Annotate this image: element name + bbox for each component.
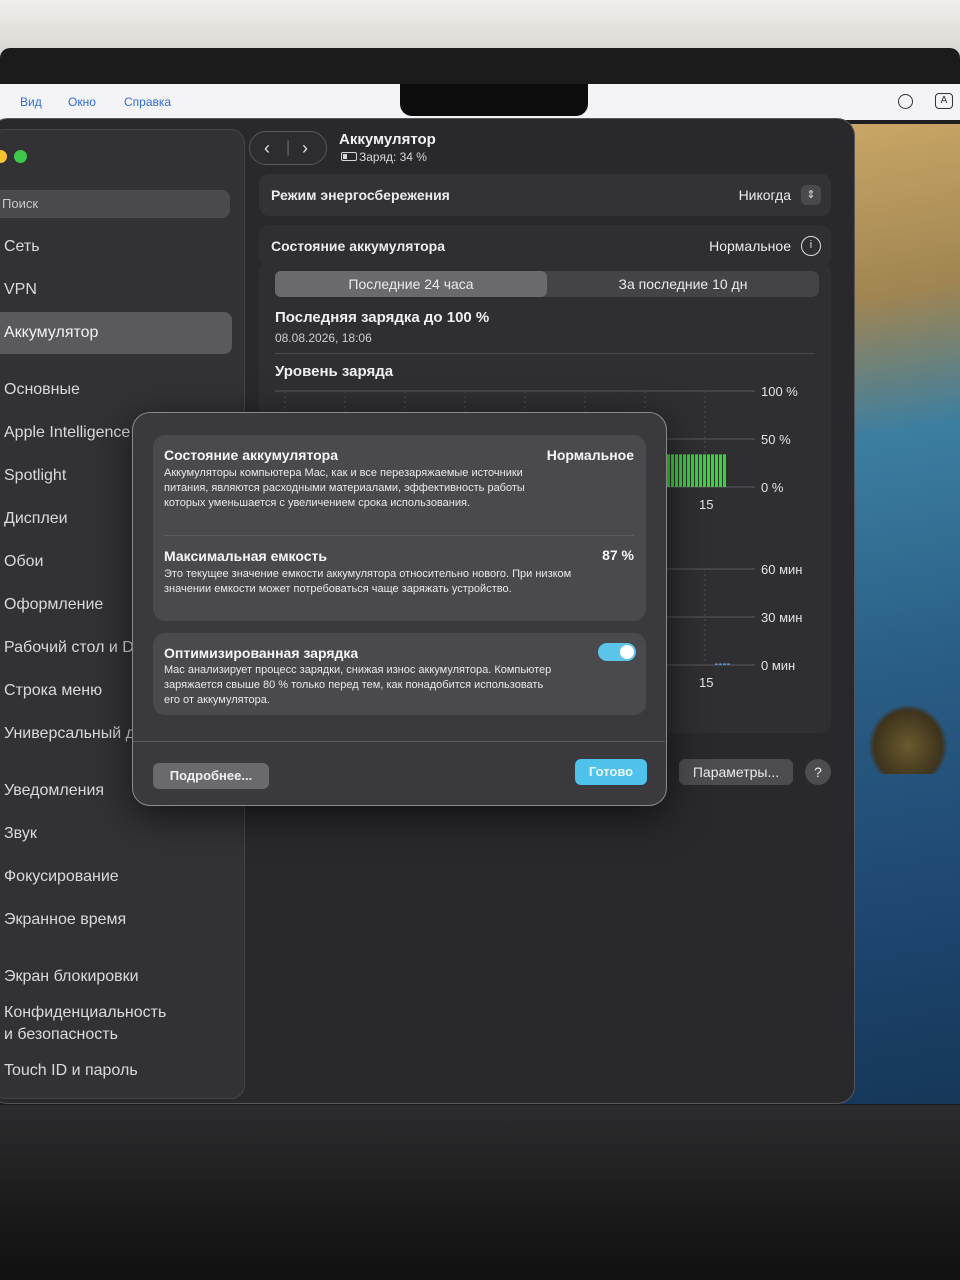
menu-bar: Вид Окно Справка A bbox=[0, 84, 960, 120]
sheet-divider bbox=[133, 741, 665, 742]
sidebar-item-battery[interactable]: Аккумулятор bbox=[4, 324, 98, 342]
battery-icon bbox=[341, 152, 357, 161]
chart-bar bbox=[687, 454, 690, 487]
charge-subtitle: Заряд: 34 % bbox=[359, 150, 427, 164]
y-tick-label: 30 мин bbox=[761, 610, 802, 625]
health-value: Нормальное bbox=[546, 447, 634, 463]
chevron-updown-icon[interactable]: ⇕ bbox=[801, 185, 821, 205]
info-icon[interactable]: i bbox=[801, 236, 821, 256]
divider bbox=[275, 353, 815, 354]
input-source-icon[interactable]: A bbox=[935, 93, 953, 109]
search-field[interactable]: Поиск bbox=[0, 190, 230, 218]
battery-health-sheet: Состояние аккумулятора Нормальное Аккуму… bbox=[132, 412, 667, 806]
x-tick-label: 15 bbox=[699, 675, 713, 690]
chart-bar bbox=[707, 454, 710, 487]
health-description: Аккумуляторы компьютера Mac, как и все п… bbox=[164, 467, 525, 509]
nav-buttons: ‹ | › bbox=[249, 131, 327, 165]
sidebar-item-vpn[interactable]: VPN bbox=[4, 281, 37, 299]
sidebar-item-apple-intelligence[interactable]: Apple Intelligence bbox=[4, 424, 130, 442]
chart-bar bbox=[667, 454, 670, 487]
capacity-description: Это текущее значение емкости аккумулятор… bbox=[164, 568, 572, 595]
sidebar-item-network[interactable]: Сеть bbox=[4, 238, 40, 256]
sidebar-item-menu-bar[interactable]: Строка меню bbox=[4, 682, 102, 700]
y-tick-label: 60 мин bbox=[761, 563, 802, 577]
optimized-title: Оптимизированная зарядка bbox=[164, 645, 359, 661]
capacity-title: Максимальная емкость bbox=[164, 548, 327, 564]
chart-bar bbox=[719, 454, 722, 487]
tab-last-24-hours[interactable]: Последние 24 часа bbox=[275, 271, 547, 297]
y-tick-label: 50 % bbox=[761, 432, 791, 447]
chart-bar bbox=[715, 454, 718, 487]
chart-bar bbox=[683, 454, 686, 487]
chart-bar bbox=[695, 454, 698, 487]
zoom-button[interactable] bbox=[14, 150, 27, 163]
battery-level-title: Уровень заряда bbox=[275, 363, 394, 380]
chart-bar bbox=[671, 454, 674, 487]
sidebar-item-touch-id[interactable]: Touch ID и пароль bbox=[4, 1062, 138, 1080]
chart-bar bbox=[711, 454, 714, 487]
period-selector: Последние 24 часа За последние 10 дн bbox=[275, 271, 819, 297]
sidebar-item-notifications[interactable]: Уведомления bbox=[4, 782, 104, 800]
menu-view[interactable]: Вид bbox=[20, 95, 42, 109]
page-title: Аккумулятор bbox=[339, 131, 436, 148]
sidebar-item-spotlight[interactable]: Spotlight bbox=[4, 467, 66, 485]
tab-last-10-days[interactable]: За последние 10 дн bbox=[547, 271, 819, 297]
sidebar-item-screen-time[interactable]: Экранное время bbox=[4, 911, 126, 929]
capacity-value: 87 % bbox=[602, 547, 634, 563]
y-tick-label: 100 % bbox=[761, 384, 798, 399]
sidebar-item-privacy-line2[interactable]: и безопасность bbox=[4, 1026, 118, 1044]
chart-bar bbox=[703, 454, 706, 487]
back-icon[interactable]: ‹ bbox=[264, 138, 270, 159]
chart-bar bbox=[691, 454, 694, 487]
chart-bar bbox=[723, 663, 726, 665]
sidebar-item-appearance[interactable]: Оформление bbox=[4, 596, 103, 614]
optimized-description: Mac анализирует процесс зарядки, снижая … bbox=[164, 664, 552, 706]
sidebar-item-wallpaper[interactable]: Обои bbox=[4, 553, 43, 571]
help-button[interactable]: ? bbox=[805, 759, 831, 785]
menu-window[interactable]: Окно bbox=[68, 95, 96, 109]
y-tick-label: 0 % bbox=[761, 480, 784, 495]
chart-bar bbox=[727, 663, 730, 665]
chart-bar bbox=[675, 454, 678, 487]
x-tick-label: 15 bbox=[699, 497, 713, 512]
low-power-value[interactable]: Никогда bbox=[739, 187, 791, 203]
search-placeholder: Поиск bbox=[2, 196, 39, 211]
sidebar-item-sound[interactable]: Звук bbox=[4, 825, 37, 843]
chart-bar bbox=[699, 454, 702, 487]
last-charge-date: 08.08.2026, 18:06 bbox=[275, 331, 372, 345]
laptop-base bbox=[0, 1105, 960, 1280]
sidebar-item-general[interactable]: Основные bbox=[4, 381, 80, 399]
low-power-row[interactable]: Режим энергосбережения Никогда ⇕ bbox=[259, 174, 831, 216]
more-info-button[interactable]: Подробнее... bbox=[153, 763, 269, 789]
chart-bar bbox=[679, 454, 682, 487]
background-wall bbox=[0, 0, 960, 55]
battery-health-value: Нормальное bbox=[709, 238, 791, 254]
menu-help[interactable]: Справка bbox=[124, 95, 171, 109]
health-card: Состояние аккумулятора Нормальное Аккуму… bbox=[153, 435, 646, 621]
last-charge-title: Последняя зарядка до 100 % bbox=[275, 309, 490, 326]
sidebar-item-lock-screen[interactable]: Экран блокировки bbox=[4, 968, 139, 986]
chart-bar bbox=[719, 663, 722, 665]
user-icon[interactable] bbox=[898, 94, 913, 109]
sidebar-item-focus[interactable]: Фокусирование bbox=[4, 868, 119, 886]
y-tick-label: 0 мин bbox=[761, 658, 795, 673]
options-button[interactable]: Параметры... bbox=[679, 759, 793, 785]
chart-bar bbox=[723, 454, 726, 487]
sidebar-item-privacy[interactable]: Конфиденциальность bbox=[4, 1004, 166, 1022]
forward-icon[interactable]: › bbox=[302, 138, 308, 159]
wallpaper-island bbox=[868, 704, 948, 774]
done-button[interactable]: Готово bbox=[575, 759, 647, 785]
optimized-charging-card: Оптимизированная зарядка Mac анализирует… bbox=[153, 633, 646, 715]
nav-divider: | bbox=[286, 139, 291, 156]
battery-health-row: Состояние аккумулятора Нормальное i bbox=[259, 225, 831, 267]
low-power-label: Режим энергосбережения bbox=[271, 187, 450, 203]
minimize-button[interactable] bbox=[0, 150, 7, 163]
health-title: Состояние аккумулятора bbox=[164, 447, 339, 463]
chart-bar bbox=[715, 663, 718, 665]
battery-health-label: Состояние аккумулятора bbox=[271, 238, 446, 254]
sidebar-item-displays[interactable]: Дисплеи bbox=[4, 510, 68, 528]
optimized-charging-toggle[interactable] bbox=[598, 643, 636, 661]
camera-notch bbox=[400, 84, 588, 116]
card-divider bbox=[164, 535, 634, 536]
